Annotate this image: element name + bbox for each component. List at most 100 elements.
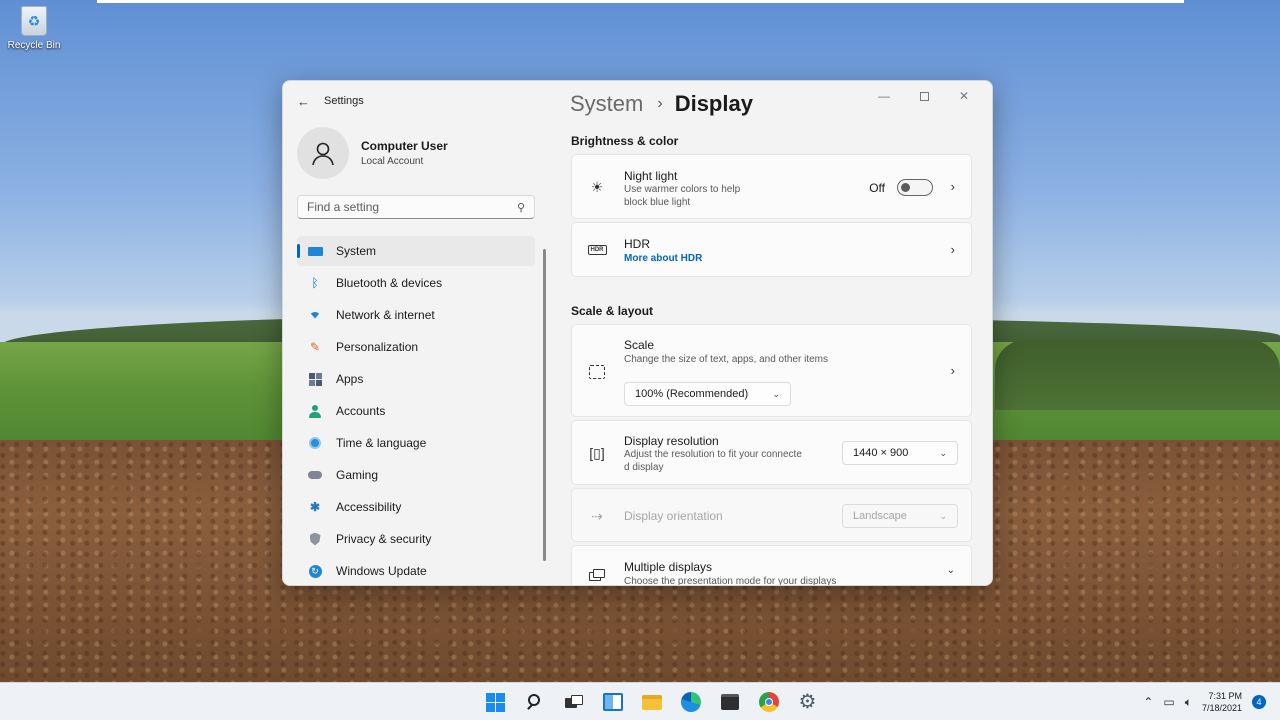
chevron-right-icon: › [950, 179, 955, 194]
start-button[interactable] [476, 683, 515, 720]
search-button[interactable] [515, 683, 554, 720]
gamepad-icon [307, 467, 323, 483]
clock[interactable]: 7:31 PM 7/18/2021 [1202, 690, 1242, 714]
widgets-button[interactable] [593, 683, 632, 720]
settings-button[interactable]: ⚙ [788, 683, 827, 720]
sidebar-item-accessibility[interactable]: ✱ Accessibility [297, 492, 535, 522]
recycle-bin-icon [21, 6, 47, 36]
page-title: Display [674, 91, 753, 116]
scale-subtitle: Change the size of text, apps, and other… [624, 354, 829, 365]
hdr-icon: HDR [586, 239, 608, 261]
sidebar-item-label: Time & language [336, 436, 427, 450]
volume-icon[interactable]: 🔈︎ [1185, 695, 1192, 710]
chevron-up-icon[interactable]: ⌃ [1143, 695, 1153, 709]
file-explorer-button[interactable] [632, 683, 671, 720]
sidebar-item-time-language[interactable]: Time & language [297, 428, 535, 458]
shield-icon [307, 531, 323, 547]
sidebar-item-system[interactable]: System [297, 236, 535, 266]
night-light-title: Night light [624, 169, 678, 183]
clock-date: 7/18/2021 [1201, 703, 1242, 713]
hdr-card[interactable]: HDR HDR More about HDR › [571, 222, 972, 277]
taskbar-apps: ⚙ [476, 683, 827, 720]
night-light-subtitle-line1: Use warmer colors to help [624, 184, 741, 195]
orientation-icon: ⇢ [591, 507, 603, 524]
night-light-toggle[interactable] [897, 179, 933, 196]
chevron-down-icon: ⌄ [772, 388, 780, 399]
apps-icon [307, 371, 323, 387]
night-light-subtitle: Use warmer colors to help block blue lig… [624, 183, 740, 209]
sidebar-item-label: Accessibility [336, 500, 402, 514]
close-button[interactable]: ✕ [944, 85, 984, 107]
window-controls: — ✕ [864, 85, 984, 107]
user-profile[interactable]: Computer User Local Account [297, 127, 448, 179]
edge-button[interactable] [671, 683, 710, 720]
search-placeholder: Find a setting [307, 200, 380, 214]
gear-icon: ⚙ [798, 691, 817, 713]
sidebar-item-label: Accounts [336, 404, 386, 418]
brightness-icon: ☀ [590, 178, 604, 195]
breadcrumb-parent[interactable]: System [570, 91, 643, 117]
scale-dropdown[interactable]: 100% (Recommended) ⌄ [624, 382, 791, 406]
resolution-dropdown[interactable]: 1440 × 900 ⌄ [842, 441, 958, 465]
minimize-button[interactable]: — [864, 85, 904, 107]
recycle-bin-label: Recycle Bin [7, 40, 61, 51]
sidebar-item-gaming[interactable]: Gaming [297, 460, 535, 490]
minimize-icon: — [878, 89, 890, 103]
notification-badge[interactable]: 4 [1252, 695, 1266, 709]
resolution-subtitle-line1: Adjust the resolution to fit your connec… [624, 449, 802, 460]
chevron-right-icon[interactable]: › [951, 363, 955, 378]
sidebar-item-label: Apps [336, 372, 364, 386]
search-input[interactable]: Find a setting ⚲ [297, 195, 535, 219]
sidebar-item-bluetooth[interactable]: ᛒ Bluetooth & devices [297, 268, 535, 298]
sidebar-item-label: Windows Update [336, 564, 427, 578]
sidebar-item-apps[interactable]: Apps [297, 364, 535, 394]
sidebar-item-personalization[interactable]: ✎ Personalization [297, 332, 535, 362]
task-view-button[interactable] [554, 683, 593, 720]
settings-window: ← Settings — ✕ Computer User Local Accou… [282, 80, 993, 586]
chevron-right-icon: › [950, 242, 955, 257]
night-light-subtitle-line2: block blue light [624, 197, 691, 208]
sidebar-item-windows-update[interactable]: ↻ Windows Update [297, 556, 535, 585]
title-bar: ← Settings [297, 93, 364, 109]
edge-icon [680, 692, 701, 712]
scale-title: Scale [624, 338, 655, 352]
sidebar-item-network[interactable]: Network & internet [297, 300, 535, 330]
maximize-icon [919, 91, 929, 101]
account-icon [307, 403, 323, 419]
display-orientation-card: ⇢ Display orientation Landscape ⌄ [571, 488, 972, 542]
globe-clock-icon [307, 435, 323, 451]
desktop-icon-recycle-bin[interactable]: Recycle Bin [6, 6, 62, 51]
accessibility-icon: ✱ [309, 500, 321, 514]
task-view-icon [564, 695, 583, 709]
store-icon [720, 694, 739, 710]
sidebar-item-label: System [336, 244, 377, 258]
night-light-card[interactable]: ☀ Night light Use warmer colors to help … [571, 154, 972, 219]
toggle-state-label: Off [869, 180, 885, 195]
sidebar-item-label: Gaming [336, 468, 379, 482]
network-icon[interactable]: ▭ [1163, 695, 1174, 709]
avatar [297, 127, 349, 179]
multiple-displays-card[interactable]: Multiple displays Choose the presentatio… [571, 545, 972, 585]
back-arrow-icon[interactable]: ← [297, 94, 310, 109]
sidebar-item-accounts[interactable]: Accounts [297, 396, 535, 426]
resolution-title: Display resolution [624, 434, 719, 448]
sidebar-item-privacy-security[interactable]: Privacy & security [297, 524, 535, 554]
chrome-button[interactable] [749, 683, 788, 720]
folder-icon [641, 694, 662, 710]
top-edge-strip [97, 0, 1184, 3]
sidebar-scrollbar[interactable] [543, 249, 546, 561]
breadcrumb: System › Display [570, 91, 753, 117]
chrome-icon [758, 692, 779, 712]
section-title-scale-layout: Scale & layout [571, 304, 654, 318]
display-icon [307, 243, 323, 259]
close-icon: ✕ [958, 89, 970, 103]
wallpaper-tree-line [995, 340, 1280, 410]
brush-icon: ✎ [309, 340, 321, 354]
chevron-down-icon: ⌄ [946, 565, 955, 576]
hdr-more-link[interactable]: More about HDR [624, 252, 702, 265]
maximize-button[interactable] [904, 85, 944, 107]
multiple-displays-icon [586, 564, 608, 585]
breadcrumb-separator: › [657, 95, 663, 112]
resolution-icon: [▯] [589, 444, 605, 461]
store-button[interactable] [710, 683, 749, 720]
